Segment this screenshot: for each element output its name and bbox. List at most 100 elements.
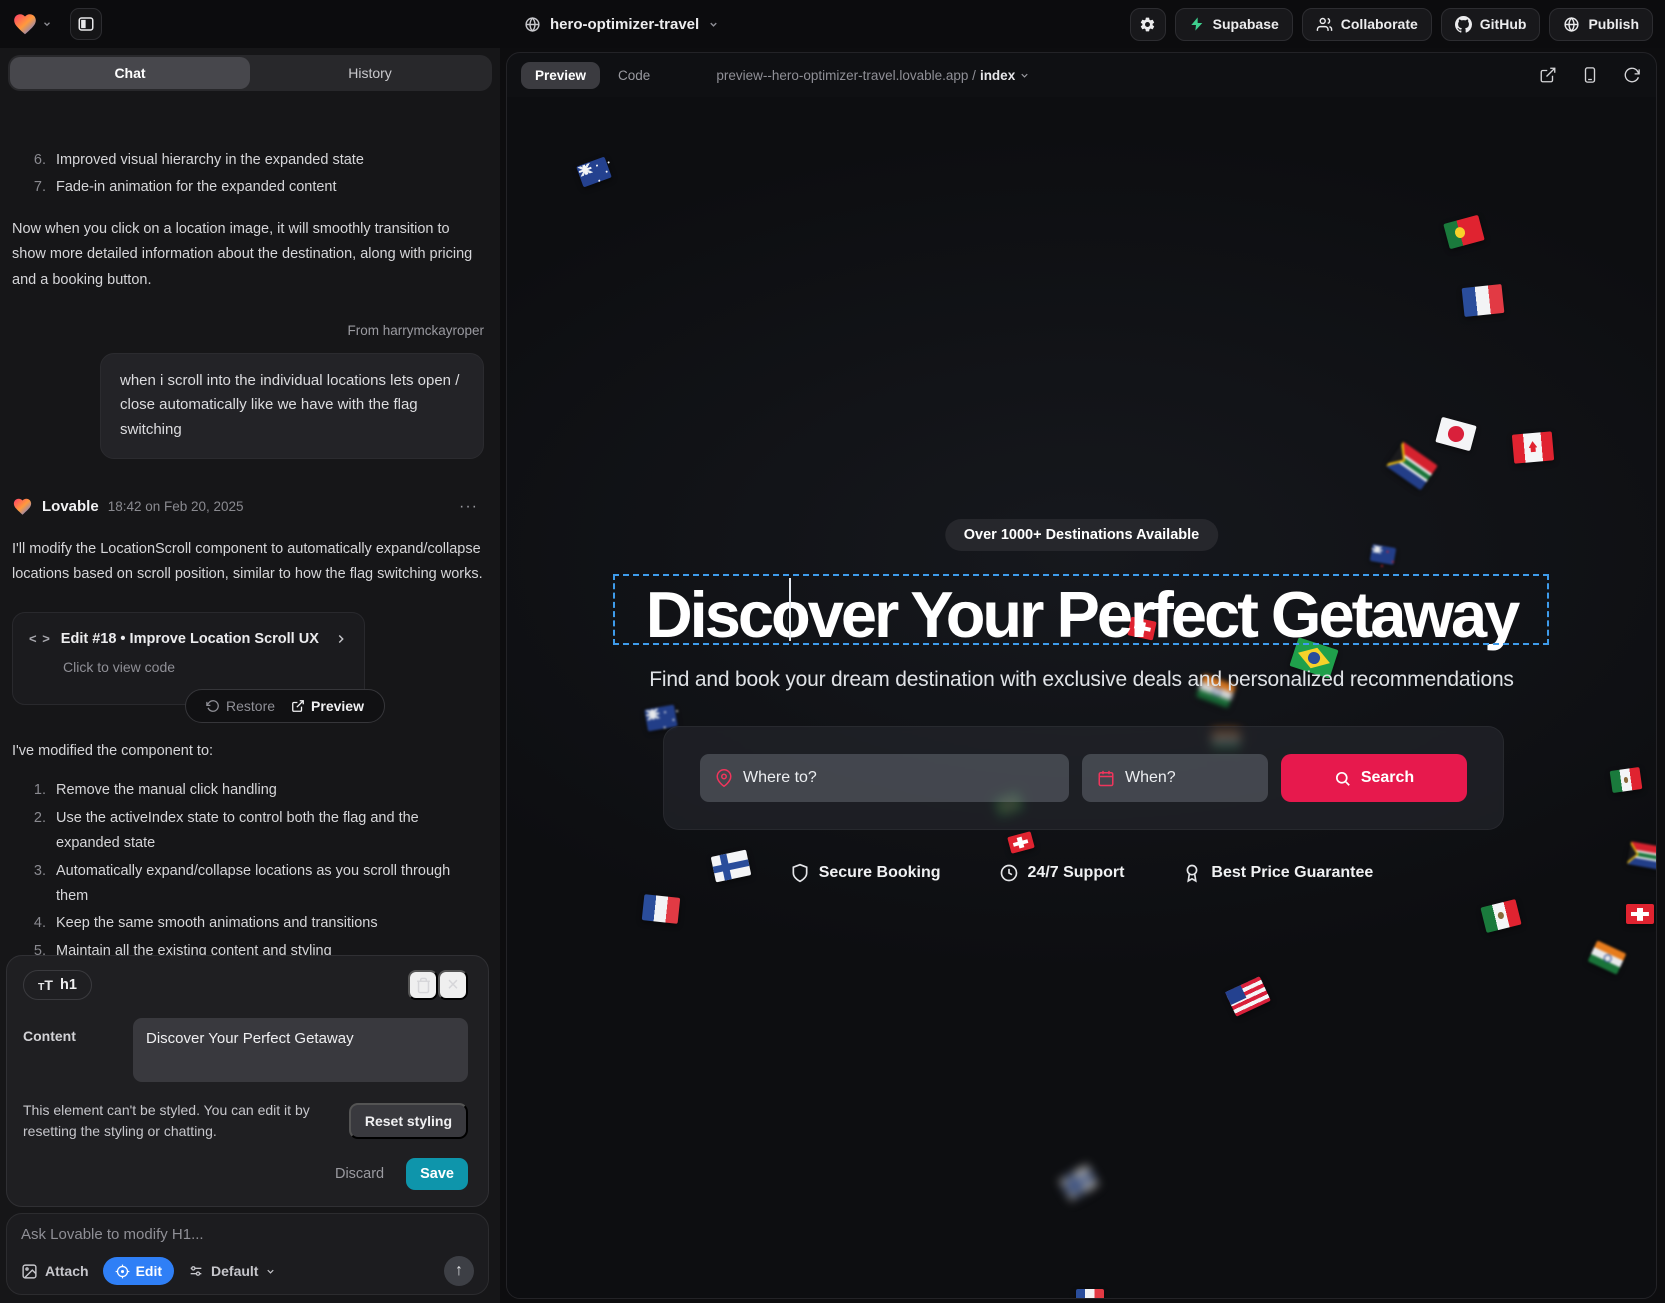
project-switcher[interactable]: hero-optimizer-travel bbox=[524, 0, 719, 48]
list-item: 6. Improved visual hierarchy in the expa… bbox=[12, 148, 484, 173]
feature-support: 24/7 Support bbox=[999, 863, 1125, 883]
flag-mx-icon bbox=[1480, 899, 1521, 933]
discard-button[interactable]: Discard bbox=[335, 1166, 384, 1182]
chat-scroll-area[interactable]: 6. Improved visual hierarchy in the expa… bbox=[0, 136, 500, 1003]
assistant-paragraph: Now when you click on a location image, … bbox=[12, 217, 484, 293]
list-item: 3.Automatically expand/collapse location… bbox=[12, 859, 484, 910]
collaborate-button[interactable]: Collaborate bbox=[1302, 8, 1432, 41]
flag-pt-icon bbox=[1443, 215, 1485, 249]
lovable-heart-icon bbox=[12, 12, 38, 36]
phone-icon bbox=[1581, 66, 1599, 84]
content-label: Content bbox=[23, 1018, 119, 1082]
preview-toolbar: Preview Code preview--hero-optimizer-tra… bbox=[507, 53, 1656, 97]
restore-button[interactable]: Restore bbox=[206, 694, 275, 719]
flag-au-icon bbox=[576, 157, 612, 188]
flag-us-icon bbox=[1225, 976, 1271, 1017]
settings-button[interactable] bbox=[1130, 8, 1166, 41]
open-in-new-tab-button[interactable] bbox=[1538, 65, 1558, 85]
supabase-button[interactable]: Supabase bbox=[1175, 8, 1293, 41]
publish-button[interactable]: Publish bbox=[1549, 8, 1653, 41]
edit-card-subtitle: Click to view code bbox=[63, 658, 348, 676]
list-item: 7. Fade-in animation for the expanded co… bbox=[12, 175, 484, 200]
chat-input[interactable] bbox=[21, 1226, 474, 1243]
close-editor-button[interactable]: × bbox=[438, 970, 468, 1000]
trash-icon bbox=[415, 977, 432, 994]
features-row: Secure Booking 24/7 Support Best Price G… bbox=[507, 863, 1656, 883]
where-input[interactable]: Where to? bbox=[700, 754, 1069, 802]
preview-url[interactable]: preview--hero-optimizer-travel.lovable.a… bbox=[716, 68, 1030, 83]
calendar-icon bbox=[1097, 769, 1115, 787]
supabase-bolt-icon bbox=[1189, 16, 1205, 32]
hero-subtitle[interactable]: Find and book your dream destination wit… bbox=[507, 668, 1656, 692]
typography-icon: TT bbox=[38, 977, 53, 993]
tab-code[interactable]: Code bbox=[604, 62, 664, 89]
assistant-paragraph: I'll modify the LocationScroll component… bbox=[12, 537, 484, 588]
flag-in-icon bbox=[1588, 940, 1627, 974]
preview-url-page: index bbox=[980, 68, 1015, 83]
preview-pane: Preview Code preview--hero-optimizer-tra… bbox=[506, 52, 1657, 1299]
flag-fr-icon bbox=[1076, 1289, 1104, 1298]
gear-icon bbox=[1139, 16, 1156, 33]
reset-styling-button[interactable]: Reset styling bbox=[349, 1103, 468, 1139]
flag-fr-icon bbox=[642, 894, 681, 924]
mobile-view-button[interactable] bbox=[1580, 65, 1600, 85]
flag-ch-icon bbox=[1007, 831, 1035, 854]
chevron-right-icon bbox=[334, 632, 348, 646]
users-icon bbox=[1316, 16, 1333, 33]
chevron-down-icon bbox=[265, 1266, 276, 1277]
search-panel: Where to? When? Search bbox=[663, 726, 1504, 830]
selection-outline bbox=[613, 574, 1549, 645]
message-menu-button[interactable]: ··· bbox=[459, 493, 478, 521]
save-button[interactable]: Save bbox=[406, 1158, 468, 1190]
flag-za-icon bbox=[1386, 442, 1438, 491]
text-caret bbox=[789, 578, 791, 641]
refresh-button[interactable] bbox=[1622, 65, 1642, 85]
flag-nz-icon bbox=[1370, 544, 1397, 565]
sidebar-tabs: Chat History bbox=[8, 55, 492, 91]
send-button[interactable]: ↑ bbox=[444, 1256, 474, 1286]
search-icon bbox=[1334, 770, 1351, 787]
search-button[interactable]: Search bbox=[1281, 754, 1467, 802]
when-input[interactable]: When? bbox=[1082, 754, 1268, 802]
element-tag-label: h1 bbox=[60, 977, 77, 993]
numbered-list: 1.Remove the manual click handling 2.Use… bbox=[12, 778, 484, 964]
app-header: hero-optimizer-travel Supabase Collabora… bbox=[0, 0, 1665, 48]
sidebar-toggle-button[interactable] bbox=[70, 8, 102, 40]
restore-icon bbox=[206, 699, 220, 713]
tab-history[interactable]: History bbox=[250, 57, 490, 89]
element-tag-pill[interactable]: TT h1 bbox=[23, 970, 92, 1000]
composer-panel: Attach Edit Default ↑ bbox=[6, 1213, 489, 1295]
preview-viewport[interactable]: Over 1000+ Destinations Available Discov… bbox=[507, 97, 1656, 1298]
publish-globe-icon bbox=[1563, 16, 1580, 33]
lovable-heart-icon bbox=[12, 497, 33, 516]
model-selector[interactable]: Default bbox=[188, 1263, 276, 1279]
flag-ch-icon bbox=[1626, 904, 1654, 924]
tab-chat[interactable]: Chat bbox=[10, 57, 250, 89]
lovable-logo-menu[interactable] bbox=[12, 12, 52, 36]
feature-price-guarantee: Best Price Guarantee bbox=[1182, 863, 1373, 883]
globe-icon bbox=[524, 16, 541, 33]
shield-icon bbox=[790, 863, 810, 883]
flag-ca-icon bbox=[1512, 431, 1554, 463]
attach-button[interactable]: Attach bbox=[21, 1263, 89, 1280]
external-link-icon bbox=[291, 699, 305, 713]
panel-left-icon bbox=[77, 15, 95, 33]
flag-mx-icon bbox=[1610, 767, 1643, 793]
image-icon bbox=[21, 1263, 38, 1280]
edit-mode-button[interactable]: Edit bbox=[103, 1257, 174, 1285]
project-name: hero-optimizer-travel bbox=[550, 16, 699, 33]
assistant-name: Lovable bbox=[42, 494, 99, 520]
content-input[interactable]: Discover Your Perfect Getaway bbox=[133, 1018, 468, 1082]
project-chevron-down-icon bbox=[708, 19, 719, 30]
tab-preview[interactable]: Preview bbox=[521, 62, 600, 89]
preview-button[interactable]: Preview bbox=[291, 694, 364, 719]
message-author-label: From harrymckayroper bbox=[12, 319, 484, 343]
user-message: when i scroll into the individual locati… bbox=[100, 353, 484, 459]
restore-preview-pill: Restore Preview bbox=[185, 689, 385, 723]
github-button[interactable]: GitHub bbox=[1441, 8, 1541, 41]
sliders-icon bbox=[188, 1263, 204, 1279]
element-editor-panel: TT h1 × Content Discover Your Perfect Ge… bbox=[6, 955, 489, 1207]
list-item: 1.Remove the manual click handling bbox=[12, 778, 484, 803]
message-timestamp: 18:42 on Feb 20, 2025 bbox=[108, 495, 244, 519]
delete-element-button[interactable] bbox=[408, 970, 438, 1000]
